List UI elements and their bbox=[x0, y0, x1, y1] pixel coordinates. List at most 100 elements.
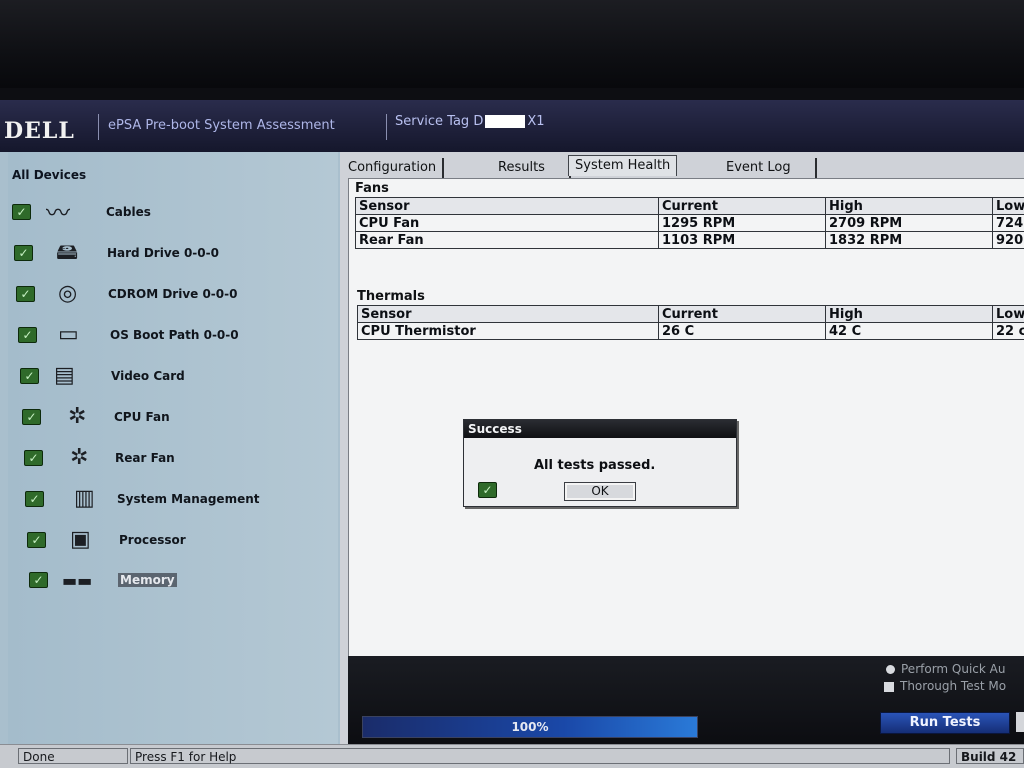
thorough-test-label: Thorough Test Mo bbox=[900, 679, 1007, 693]
service-tag: Service Tag D X1 bbox=[395, 114, 545, 129]
help-hint: Press F1 for Help bbox=[130, 748, 950, 764]
title-separator bbox=[386, 114, 387, 140]
checkmark-icon: ✓ bbox=[18, 327, 37, 343]
column-header: High bbox=[825, 197, 993, 215]
tab-results[interactable]: Results bbox=[474, 158, 571, 178]
progress-bar: 100% bbox=[362, 716, 698, 738]
checkmark-icon: ✓ bbox=[16, 286, 35, 302]
cdrom-icon: ◎ bbox=[58, 281, 78, 306]
device-item-memory[interactable]: ✓ ▬▬ Memory bbox=[8, 566, 338, 598]
thermals-section-title: Thermals bbox=[357, 289, 425, 304]
column-header: High bbox=[825, 305, 993, 323]
high-cell: 2709 RPM bbox=[825, 214, 993, 232]
device-label: CDROM Drive 0-0-0 bbox=[108, 287, 238, 301]
checkbox[interactable] bbox=[884, 681, 894, 692]
column-header: Low bbox=[992, 197, 1024, 215]
device-item-os-boot-path[interactable]: ✓ ▭ OS Boot Path 0-0-0 bbox=[8, 321, 338, 353]
device-item-system-management[interactable]: ✓ ▥ System Management bbox=[8, 485, 338, 517]
tab-configuration[interactable]: Configuration bbox=[342, 158, 445, 178]
thorough-test-option[interactable]: Thorough Test Mo bbox=[884, 679, 1006, 693]
test-controls: Perform Quick Au Thorough Test Mo 100% R… bbox=[348, 656, 1024, 750]
service-tag-suffix: X1 bbox=[527, 114, 545, 129]
main-panel: Configuration Results System Health Even… bbox=[340, 152, 1024, 750]
device-label: Video Card bbox=[111, 369, 185, 383]
device-label: Processor bbox=[119, 533, 186, 547]
device-panel: All Devices ✓ 〰 Cables ✓ 🖴 Hard Drive 0-… bbox=[0, 152, 346, 750]
quick-test-label: Perform Quick Au bbox=[901, 662, 1006, 676]
table-header-row: Sensor Current High Low bbox=[355, 197, 1024, 215]
device-item-video-card[interactable]: ✓ ▤ Video Card bbox=[8, 362, 338, 394]
tab-event-log[interactable]: Event Log bbox=[702, 158, 817, 178]
cable-icon: 〰 bbox=[46, 199, 70, 227]
checkmark-icon: ✓ bbox=[12, 204, 31, 220]
checkmark-icon: ✓ bbox=[25, 491, 44, 507]
quick-test-option[interactable]: Perform Quick Au bbox=[886, 662, 1005, 676]
title-bar: DELL ePSA Pre-boot System Assessment Ser… bbox=[0, 100, 1024, 152]
checkmark-icon: ✓ bbox=[14, 245, 33, 261]
column-header: Sensor bbox=[355, 197, 659, 215]
build-number: Build 42 bbox=[956, 748, 1024, 764]
column-header: Low bbox=[992, 305, 1024, 323]
hard-drive-icon: 🖴 bbox=[56, 240, 79, 265]
device-label: Memory bbox=[118, 573, 177, 587]
sensor-cell: Rear Fan bbox=[355, 231, 659, 249]
checkmark-icon: ✓ bbox=[478, 482, 497, 498]
high-cell: 1832 RPM bbox=[825, 231, 993, 249]
service-tag-prefix: Service Tag D bbox=[395, 114, 484, 129]
device-item-cpu-fan[interactable]: ✓ ✲ CPU Fan bbox=[8, 403, 338, 435]
device-label: OS Boot Path 0-0-0 bbox=[110, 328, 239, 342]
system-management-icon: ▥ bbox=[74, 486, 95, 511]
fans-table: Sensor Current High Low CPU Fan 1295 RPM… bbox=[355, 197, 1024, 249]
dell-logo: DELL bbox=[4, 118, 75, 144]
room-ceiling bbox=[0, 0, 1024, 92]
processor-icon: ▣ bbox=[70, 527, 91, 552]
table-row: Rear Fan 1103 RPM 1832 RPM 920 bbox=[355, 231, 1024, 249]
dialog-message: All tests passed. bbox=[534, 458, 656, 473]
video-card-icon: ▤ bbox=[54, 363, 75, 388]
device-item-rear-fan[interactable]: ✓ ✲ Rear Fan bbox=[8, 444, 338, 476]
device-label: Rear Fan bbox=[115, 451, 175, 465]
device-label: Hard Drive 0-0-0 bbox=[107, 246, 219, 260]
run-tests-button[interactable]: Run Tests bbox=[880, 712, 1010, 734]
table-header-row: Sensor Current High Low bbox=[357, 305, 1024, 323]
epsa-screen: DELL ePSA Pre-boot System Assessment Ser… bbox=[0, 100, 1024, 768]
title-separator bbox=[98, 114, 99, 140]
column-header: Current bbox=[658, 197, 826, 215]
column-header: Sensor bbox=[357, 305, 659, 323]
dialog-title: Success bbox=[464, 420, 736, 438]
ok-button[interactable]: OK bbox=[564, 482, 636, 501]
low-cell: 724 bbox=[992, 214, 1024, 232]
boot-path-icon: ▭ bbox=[58, 322, 79, 347]
device-item-hard-drive[interactable]: ✓ 🖴 Hard Drive 0-0-0 bbox=[8, 239, 338, 271]
device-label: CPU Fan bbox=[114, 410, 170, 424]
all-devices-header[interactable]: All Devices bbox=[12, 168, 86, 182]
high-cell: 42 C bbox=[825, 322, 993, 340]
device-list: All Devices ✓ 〰 Cables ✓ 🖴 Hard Drive 0-… bbox=[8, 152, 338, 750]
tab-system-health[interactable]: System Health bbox=[568, 155, 678, 176]
device-item-cdrom[interactable]: ✓ ◎ CDROM Drive 0-0-0 bbox=[8, 280, 338, 312]
next-button-partial[interactable] bbox=[1016, 712, 1024, 732]
current-cell: 1295 RPM bbox=[658, 214, 826, 232]
device-item-processor[interactable]: ✓ ▣ Processor bbox=[8, 526, 338, 558]
radio-button[interactable] bbox=[886, 665, 895, 674]
memory-icon: ▬▬ bbox=[62, 571, 93, 590]
checkmark-icon: ✓ bbox=[29, 572, 48, 588]
checkmark-icon: ✓ bbox=[24, 450, 43, 466]
status-text: Done bbox=[18, 748, 128, 764]
column-header: Current bbox=[658, 305, 826, 323]
fan-icon: ✲ bbox=[70, 445, 89, 470]
tab-bar: Configuration Results System Health Even… bbox=[340, 152, 1024, 180]
app-title: ePSA Pre-boot System Assessment bbox=[108, 118, 335, 133]
sensor-cell: CPU Thermistor bbox=[357, 322, 659, 340]
status-bar: Done Press F1 for Help Build 42 bbox=[0, 744, 1024, 768]
device-item-cables[interactable]: ✓ 〰 Cables bbox=[8, 198, 338, 230]
fan-icon: ✲ bbox=[68, 404, 87, 429]
low-cell: 22 c bbox=[992, 322, 1024, 340]
device-label: Cables bbox=[106, 205, 151, 219]
checkmark-icon: ✓ bbox=[20, 368, 39, 384]
low-cell: 920 bbox=[992, 231, 1024, 249]
system-health-content: Fans Sensor Current High Low CPU Fan 129… bbox=[348, 178, 1024, 657]
table-row: CPU Fan 1295 RPM 2709 RPM 724 bbox=[355, 214, 1024, 232]
device-label: System Management bbox=[117, 492, 260, 506]
fans-section-title: Fans bbox=[355, 181, 389, 196]
